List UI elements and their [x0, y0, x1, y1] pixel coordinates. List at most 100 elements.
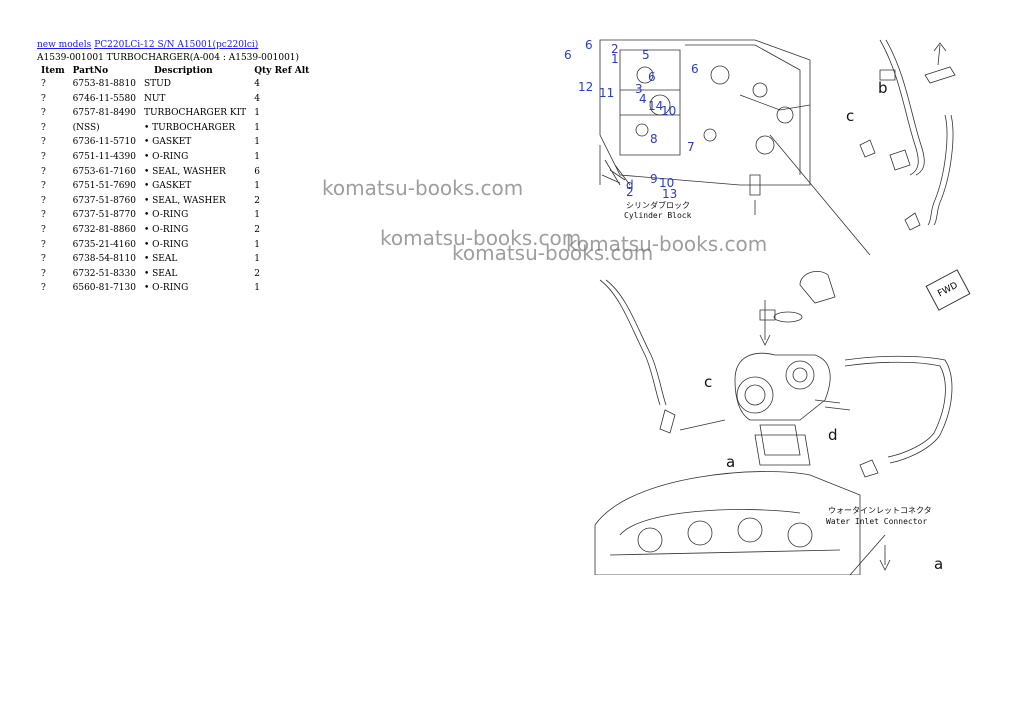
cell-qty: 4 — [254, 93, 260, 104]
cell-description: • SEAL — [143, 268, 178, 279]
cell-qty: 1 — [254, 239, 260, 250]
cell-part-no: 6735-21-4160 — [72, 239, 136, 250]
cell-item: ? — [41, 268, 46, 279]
header-qty: Qty Ref Alt — [254, 66, 310, 76]
header-description: Description — [153, 66, 213, 76]
table-row: ? 6737-51-8760 • SEAL, WASHER 2 — [37, 196, 309, 211]
cell-description: • O-RING — [143, 239, 189, 250]
cell-part-no: 6746-11-5580 — [72, 93, 136, 104]
ref-letter-c: c — [846, 107, 854, 125]
cell-qty: 2 — [254, 195, 260, 206]
ref-letter-a: a — [726, 453, 735, 471]
cell-qty: 1 — [254, 122, 260, 133]
cell-part-no: 6732-51-8330 — [72, 268, 136, 279]
table-row: ? 6737-51-8770 • O-RING 1 — [37, 210, 309, 225]
callout-6: 6 — [585, 38, 593, 52]
cell-item: ? — [41, 283, 46, 294]
ref-letter-b: b — [878, 79, 888, 97]
cell-item: ? — [41, 108, 46, 119]
cell-description: STUD — [143, 79, 171, 89]
cell-part-no: 6757-81-8490 — [72, 108, 136, 119]
cell-item: ? — [41, 151, 46, 162]
callout-12: 12 — [578, 80, 593, 94]
cell-qty: 2 — [254, 224, 260, 235]
table-row: ? 6753-61-7160 • SEAL, WASHER 6 — [37, 167, 309, 182]
callout-8: 8 — [650, 132, 658, 146]
cell-part-no: 6751-51-7690 — [72, 181, 136, 192]
cell-part-no: (NSS) — [72, 122, 100, 133]
turbocharger-drawing — [594, 271, 953, 575]
cell-description: • SEAL, WASHER — [143, 166, 226, 177]
cell-description: • TURBOCHARGER — [143, 122, 236, 133]
cell-description: • SEAL, WASHER — [143, 195, 226, 206]
ref-letter-a: a — [934, 555, 943, 573]
cell-qty: 1 — [254, 254, 260, 265]
cell-qty: 4 — [254, 79, 260, 89]
cell-item: ? — [41, 195, 46, 206]
cell-item: ? — [41, 239, 46, 250]
cell-description: • O-RING — [143, 151, 189, 162]
breadcrumb-link-model[interactable]: PC220LCi-12 S/N A15001(pc220lci) — [94, 40, 258, 50]
callout-9: 9 — [650, 172, 658, 186]
callout-1: 1 — [611, 52, 619, 66]
cell-qty: 1 — [254, 210, 260, 221]
ref-letter-c: c — [704, 373, 712, 391]
header-part-no: PartNo — [72, 66, 109, 76]
table-row: ? 6757-81-8490 TURBOCHARGER KIT 1 — [37, 108, 309, 123]
table-row: ? 6753-81-8810 STUD 4 — [37, 79, 309, 94]
callout-2: 2 — [626, 185, 634, 199]
ref-letter-d: d — [828, 426, 838, 444]
callout-4: 4 — [639, 92, 647, 106]
cell-description: • GASKET — [143, 137, 192, 148]
cell-item: ? — [41, 254, 46, 265]
callout-11: 11 — [599, 86, 614, 100]
table-row: ? 6560-81-7130 • O-RING 1 — [37, 283, 309, 298]
table-row: ? 6736-11-5710 • GASKET 1 — [37, 137, 309, 152]
table-row: ? 6746-11-5580 NUT 4 — [37, 94, 309, 109]
callout-6: 6 — [648, 70, 656, 84]
breadcrumb-link-new-models[interactable]: new models — [37, 40, 91, 50]
cell-item: ? — [41, 122, 46, 133]
cell-qty: 6 — [254, 166, 260, 177]
table-row: ? 6732-81-8860 • O-RING 2 — [37, 225, 309, 240]
cell-description: • O-RING — [143, 210, 189, 221]
watermark: komatsu-books.com — [322, 176, 524, 200]
callout-13: 13 — [662, 187, 677, 201]
breadcrumb: new models PC220LCi-12 S/N A15001(pc220lc… — [37, 40, 261, 51]
cell-item: ? — [41, 224, 46, 235]
parts-table: Item PartNo Description Qty Ref Alt ? 675… — [37, 66, 309, 298]
header-alt: Alt — [294, 66, 310, 76]
table-row: ? 6751-51-7690 • GASKET 1 — [37, 181, 309, 196]
label-water-inlet-en: Water Inlet Connector — [826, 517, 927, 526]
cell-part-no: 6736-11-5710 — [72, 137, 136, 148]
cell-qty: 2 — [254, 268, 260, 279]
cell-part-no: 6737-51-8770 — [72, 210, 136, 221]
callout-10: 10 — [661, 104, 676, 118]
page-subtitle: A1539-001001 TURBOCHARGER(A-004 : A1539-… — [37, 53, 300, 63]
cell-item: ? — [41, 93, 46, 104]
parts-table-header: Item PartNo Description Qty Ref Alt — [37, 66, 309, 79]
cell-part-no: 6738-54-8110 — [72, 254, 136, 265]
label-cylinder-block-jp: シリンダブロック — [626, 200, 690, 210]
cell-item: ? — [41, 137, 46, 148]
cell-part-no: 6560-81-7130 — [72, 283, 136, 294]
label-cylinder-block-en: Cylinder Block — [624, 211, 692, 220]
cell-description: • GASKET — [143, 181, 192, 192]
cell-part-no: 6732-81-8860 — [72, 224, 136, 235]
cell-part-no: 6751-11-4390 — [72, 151, 136, 162]
cell-qty: 1 — [254, 181, 260, 192]
cell-item: ? — [41, 210, 46, 221]
cell-qty: 1 — [254, 151, 260, 162]
callout-7: 7 — [687, 140, 695, 154]
cell-description: NUT — [143, 93, 166, 104]
cell-description: • O-RING — [143, 283, 189, 294]
cell-part-no: 6753-81-8810 — [72, 79, 136, 89]
cell-description: TURBOCHARGER KIT — [143, 108, 247, 119]
cell-item: ? — [41, 166, 46, 177]
callout-6: 6 — [691, 62, 699, 76]
table-row: ? (NSS) • TURBOCHARGER 1 — [37, 123, 309, 138]
header-ref: Ref — [274, 66, 292, 76]
cell-part-no: 6737-51-8760 — [72, 195, 136, 206]
cell-qty: 1 — [254, 108, 260, 119]
table-row: ? 6738-54-8110 • SEAL 1 — [37, 254, 309, 269]
